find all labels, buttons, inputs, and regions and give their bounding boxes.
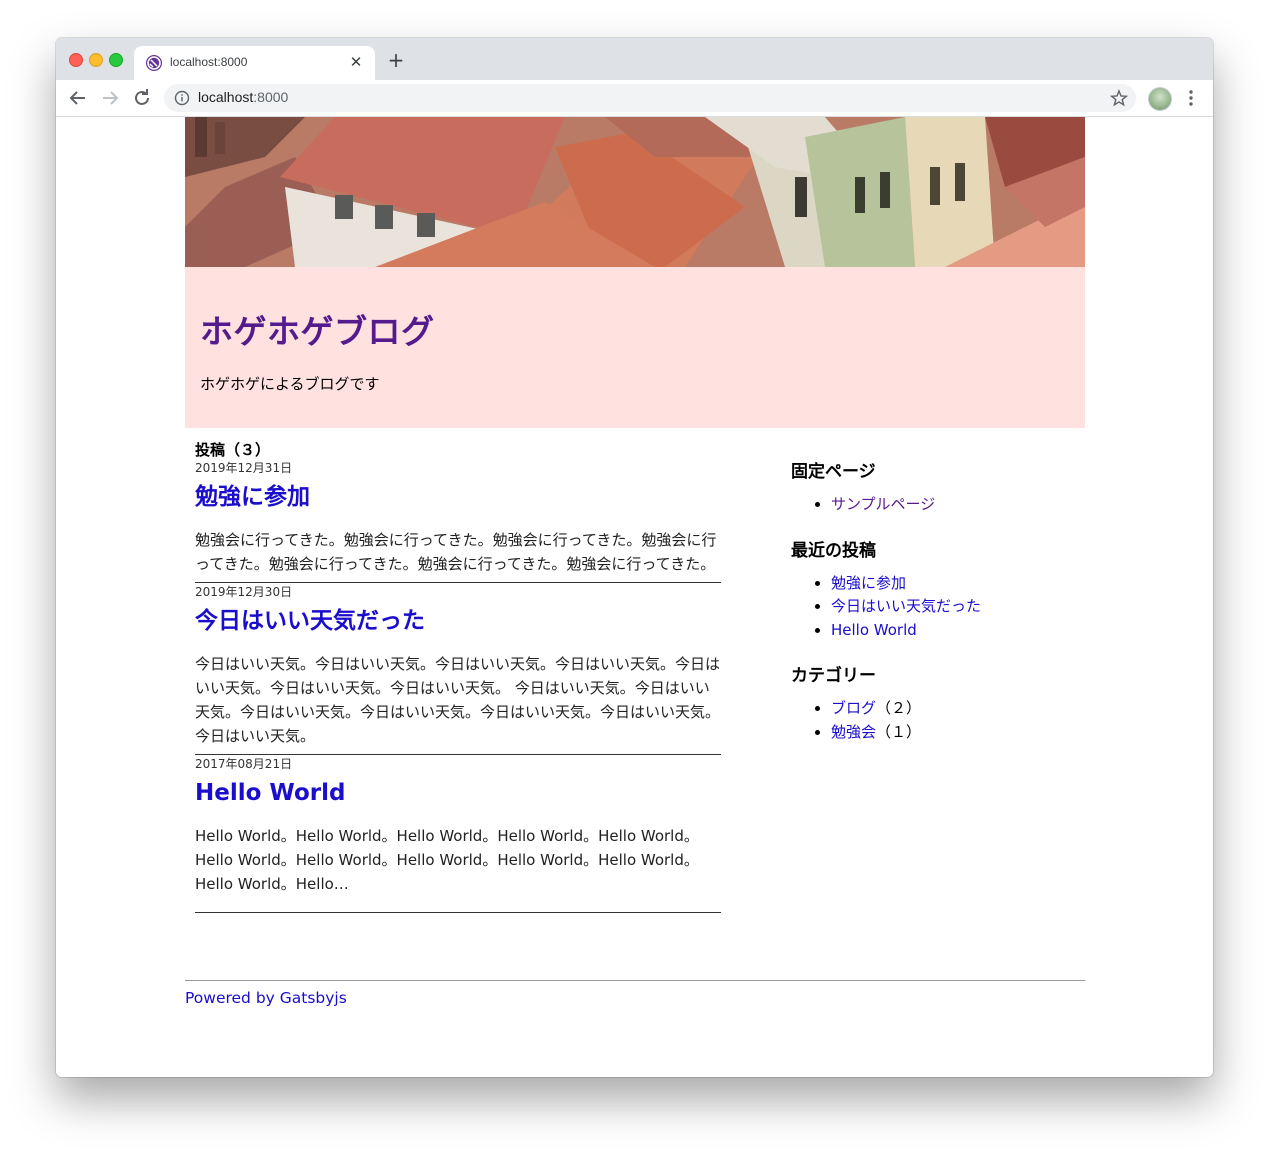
reload-icon[interactable] — [130, 86, 154, 110]
gatsby-favicon-icon — [146, 55, 162, 71]
pages-widget-title: 固定ページ — [791, 462, 876, 482]
list-item: Hello World — [831, 619, 1091, 643]
site-title[interactable]: ホゲホゲブログ — [200, 305, 435, 353]
list-item: サンプルページ — [831, 493, 1091, 517]
pages-widget: 固定ページ サンプルページ — [791, 457, 1091, 517]
footer-divider — [185, 980, 1085, 981]
list-item: 勉強会（１） — [831, 721, 1091, 745]
categories-widget-title: カテゴリー — [791, 666, 876, 686]
back-arrow-icon[interactable] — [66, 86, 90, 110]
new-tab-icon[interactable]: + — [386, 50, 406, 70]
post-title-link[interactable]: 勉強に参加 — [195, 483, 721, 511]
list-item: 勉強に参加 — [831, 572, 1091, 596]
page-viewport: ホゲホゲブログ ホゲホゲによるブログです 投稿（３） 2019年12月31日 勉… — [56, 117, 1213, 1077]
pages-list: サンプルページ — [791, 493, 1091, 517]
post-title-link[interactable]: Hello World — [195, 779, 721, 807]
url-port: :8000 — [253, 89, 289, 105]
minimize-window-button[interactable] — [89, 53, 103, 67]
close-window-button[interactable] — [69, 53, 83, 67]
recent-post-link[interactable]: 勉強に参加 — [831, 574, 906, 592]
forward-arrow-icon[interactable] — [98, 86, 122, 110]
header-hero-image — [185, 117, 1085, 267]
url-text[interactable]: localhost:8000 — [198, 89, 288, 105]
post-item: 2019年12月31日 勉強に参加 勉強会に行ってきた。勉強会に行ってきた。勉強… — [195, 461, 721, 583]
browser-window: localhost:8000 ✕ + localhost:8000 ホゲホゲブロ… — [56, 38, 1213, 1077]
posts-count-heading: 投稿（３） — [195, 441, 271, 459]
post-item: 2017年08月21日 Hello World Hello World。Hell… — [195, 757, 721, 913]
sample-page-link[interactable]: サンプルページ — [831, 495, 935, 513]
sidebar: 固定ページ サンプルページ 最近の投稿 勉強に参加 今日はいい天気だった Hel… — [791, 457, 1091, 763]
categories-widget: カテゴリー ブログ（２） 勉強会（１） — [791, 661, 1091, 744]
address-bar[interactable]: localhost:8000 — [164, 84, 1136, 112]
url-host: localhost — [198, 89, 254, 105]
categories-list: ブログ（２） 勉強会（１） — [791, 697, 1091, 744]
site-description: ホゲホゲによるブログです — [200, 375, 380, 393]
post-date: 2017年08月21日 — [195, 757, 293, 771]
category-count: （２） — [876, 699, 922, 717]
list-item: 今日はいい天気だった — [831, 595, 1091, 619]
recent-posts-list: 勉強に参加 今日はいい天気だった Hello World — [791, 572, 1091, 643]
post-excerpt: 今日はいい天気。今日はいい天気。今日はいい天気。今日はいい天気。今日はいい天気。… — [195, 655, 721, 745]
tab-strip: localhost:8000 ✕ + — [56, 38, 1213, 80]
zoom-window-button[interactable] — [109, 53, 123, 67]
kebab-menu-icon[interactable] — [1182, 88, 1200, 108]
profile-avatar[interactable] — [1148, 87, 1172, 111]
recent-posts-widget-title: 最近の投稿 — [791, 540, 876, 561]
list-item: ブログ（２） — [831, 697, 1091, 721]
post-title-link[interactable]: 今日はいい天気だった — [195, 607, 721, 635]
bookmark-star-icon[interactable] — [1109, 89, 1129, 107]
browser-toolbar: localhost:8000 — [56, 80, 1213, 117]
close-tab-icon[interactable]: ✕ — [347, 53, 365, 71]
post-date: 2019年12月30日 — [195, 585, 293, 599]
posts-list: 投稿（３） 2019年12月31日 勉強に参加 勉強会に行ってきた。勉強会に行っ… — [195, 439, 721, 913]
category-count: （１） — [876, 722, 922, 741]
tab-title: localhost:8000 — [170, 55, 248, 69]
post-date: 2019年12月31日 — [195, 461, 293, 475]
post-item: 2019年12月30日 今日はいい天気だった 今日はいい天気。今日はいい天気。今… — [195, 585, 721, 755]
info-icon[interactable] — [174, 90, 190, 106]
category-link[interactable]: ブログ — [831, 699, 876, 717]
recent-post-link[interactable]: Hello World — [831, 621, 917, 639]
post-excerpt: Hello World。Hello World。Hello World。Hell… — [195, 827, 699, 893]
site-header: ホゲホゲブログ ホゲホゲによるブログです — [185, 267, 1085, 428]
powered-by-link[interactable]: Powered by Gatsbyjs — [185, 989, 347, 1007]
recent-posts-widget: 最近の投稿 勉強に参加 今日はいい天気だった Hello World — [791, 536, 1091, 643]
recent-post-link[interactable]: 今日はいい天気だった — [831, 597, 981, 615]
category-link[interactable]: 勉強会 — [831, 723, 876, 741]
post-excerpt: 勉強会に行ってきた。勉強会に行ってきた。勉強会に行ってきた。勉強会に行ってきた。… — [195, 531, 717, 573]
browser-tab[interactable]: localhost:8000 ✕ — [134, 46, 375, 80]
